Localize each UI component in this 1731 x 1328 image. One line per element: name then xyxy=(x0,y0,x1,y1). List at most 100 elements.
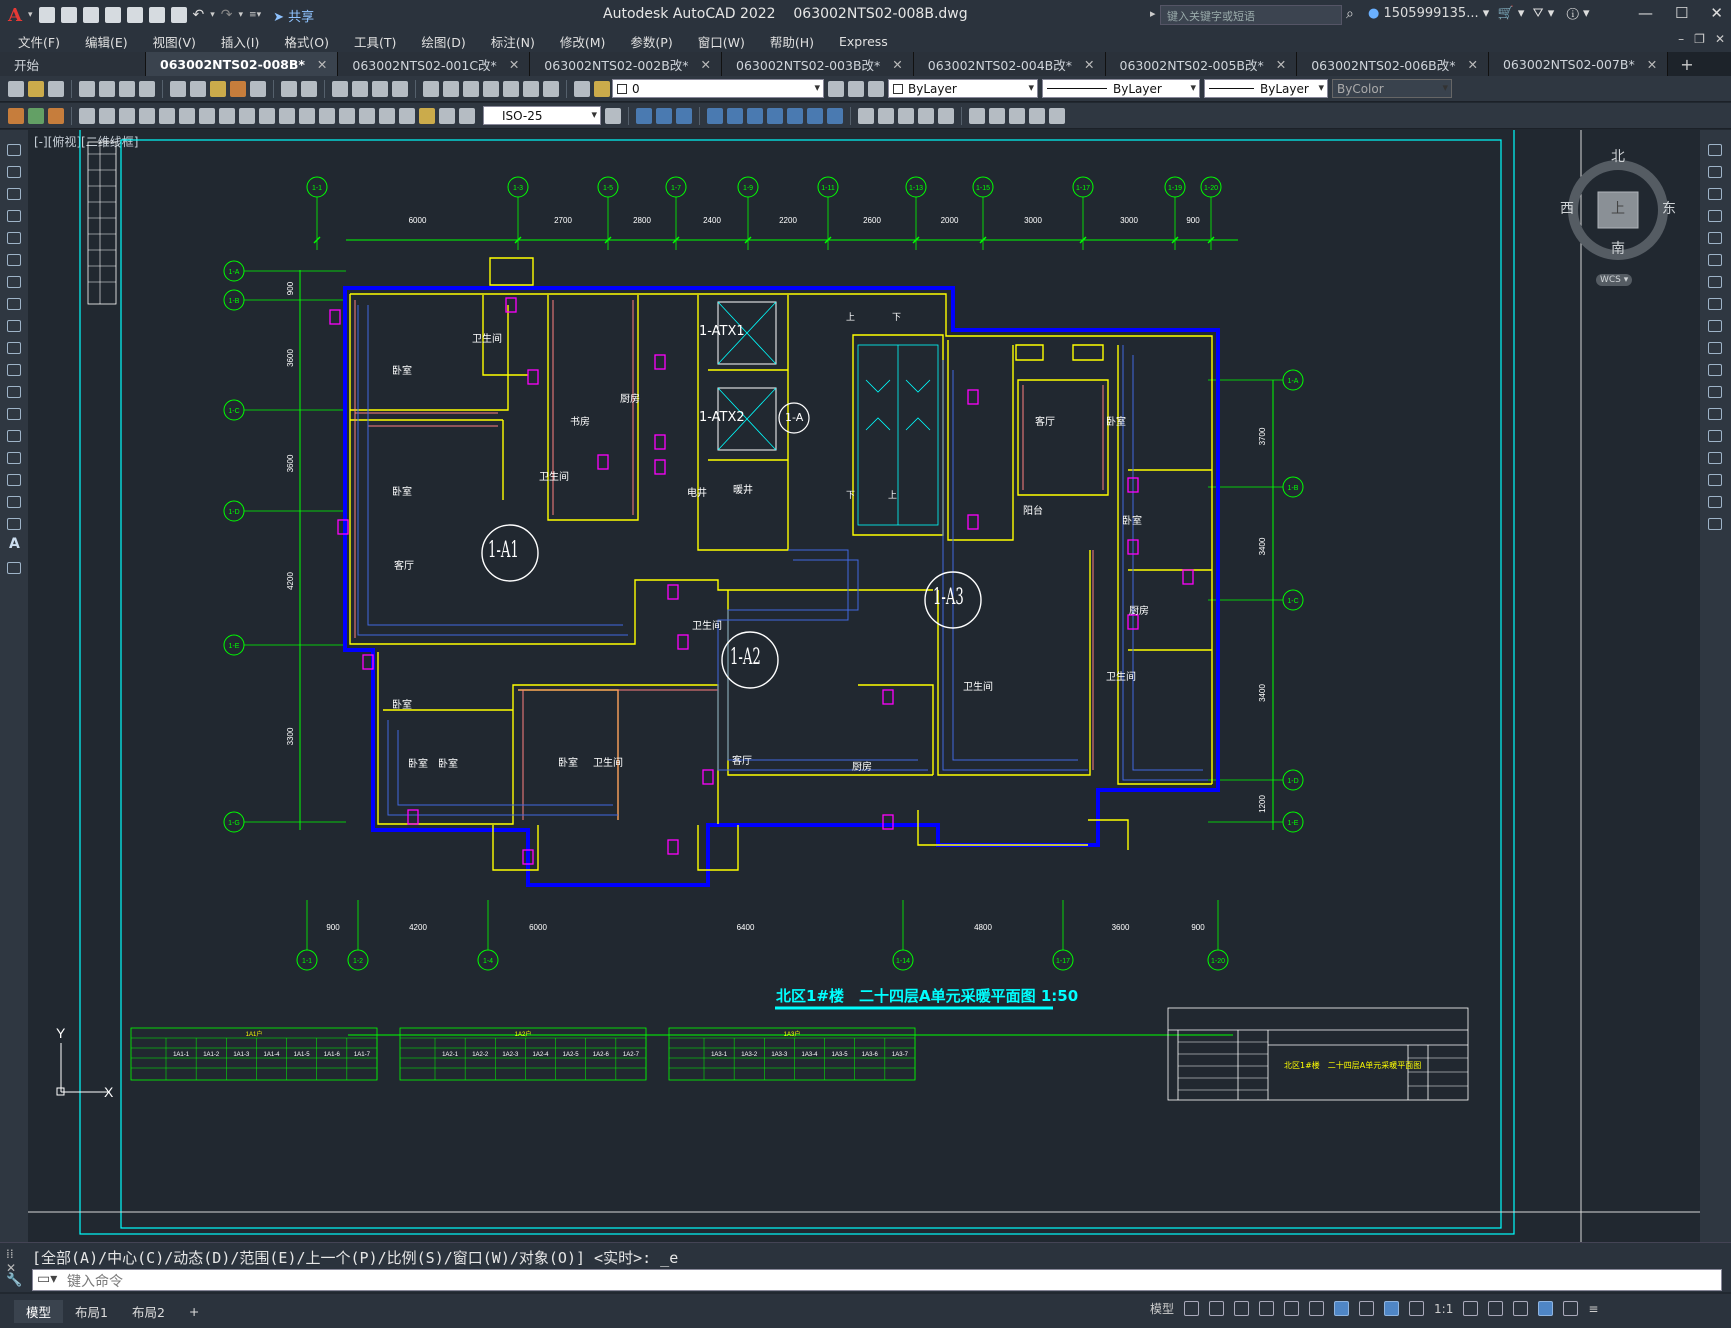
plot-icon[interactable] xyxy=(79,80,95,97)
named-views-icon[interactable] xyxy=(858,107,874,124)
jogged-linear-icon[interactable] xyxy=(399,107,415,124)
layout-tab-model[interactable]: 模型 xyxy=(14,1299,64,1323)
add-layout-icon[interactable]: + xyxy=(177,1302,211,1321)
make-block-icon[interactable] xyxy=(7,408,21,420)
linetype-dropdown[interactable]: ByLayer xyxy=(1042,79,1200,98)
save-as-icon[interactable] xyxy=(104,7,121,23)
object-snap-icon[interactable] xyxy=(1334,1301,1350,1316)
region-icon[interactable] xyxy=(7,496,21,508)
command-input[interactable]: ▭▾ 键入命令 xyxy=(32,1269,1722,1291)
revision-cloud-icon[interactable] xyxy=(7,298,21,310)
menu-window[interactable]: 窗口(W) xyxy=(698,32,745,51)
redo-dropdown-icon[interactable]: ▾ xyxy=(239,10,244,20)
layer-state-icon[interactable] xyxy=(594,80,610,97)
app-menu-chevron-icon[interactable]: ▾ xyxy=(28,10,33,20)
annotation-visibility-icon[interactable] xyxy=(1384,1301,1400,1316)
wcs-menu[interactable]: WCS ▾ xyxy=(1596,274,1633,286)
layer-tool-icon[interactable] xyxy=(8,107,24,124)
copy-object-icon[interactable] xyxy=(1708,166,1722,178)
menu-parametric[interactable]: 参数(P) xyxy=(630,32,672,51)
menu-view[interactable]: 视图(V) xyxy=(153,32,196,51)
menu-format[interactable]: 格式(O) xyxy=(284,32,329,51)
tab-file[interactable]: 063002NTS02-006B改* ✕ xyxy=(1297,52,1489,76)
tab-close-icon[interactable]: ✕ xyxy=(1084,57,1094,72)
ucs-previous-icon[interactable] xyxy=(747,107,763,124)
tab-close-icon[interactable]: ✕ xyxy=(509,57,519,72)
north-label[interactable]: 北 xyxy=(1611,146,1625,166)
user-area[interactable]: ● 1505999135... ▾ 🛒 ▾ ⛛ ▾ ⓘ ▾ xyxy=(1368,6,1590,21)
menu-dimension[interactable]: 标注(N) xyxy=(491,32,535,51)
fillet-icon[interactable] xyxy=(1708,474,1722,486)
trim-icon[interactable] xyxy=(1708,342,1722,354)
scale-icon[interactable] xyxy=(1708,298,1722,310)
line-icon[interactable] xyxy=(7,144,21,156)
blend-curves-icon[interactable] xyxy=(1708,496,1722,508)
ortho-icon[interactable] xyxy=(1234,1301,1250,1316)
zoom-previous-icon[interactable] xyxy=(392,80,408,97)
sheet-set-icon[interactable] xyxy=(483,80,499,97)
radius-dimension-icon[interactable] xyxy=(159,107,175,124)
user-dropdown-icon[interactable]: ▾ xyxy=(1483,6,1490,21)
open-file-icon[interactable] xyxy=(60,7,77,23)
block-tool-icon[interactable] xyxy=(28,107,44,124)
menu-express[interactable]: Express xyxy=(839,34,888,49)
break-at-point-icon[interactable] xyxy=(1708,386,1722,398)
paste-icon[interactable] xyxy=(210,80,226,97)
save-web-icon[interactable] xyxy=(148,7,165,23)
help-icon[interactable]: ⓘ xyxy=(1558,6,1579,21)
menu-edit[interactable]: 编辑(E) xyxy=(85,32,128,51)
table-icon[interactable] xyxy=(7,518,21,530)
dimension-style-icon[interactable] xyxy=(605,107,621,124)
mirror-icon[interactable] xyxy=(1708,188,1722,200)
doc-restore-icon[interactable]: ❐ xyxy=(1694,32,1705,46)
diameter-dimension-icon[interactable] xyxy=(199,107,215,124)
layout-icon[interactable] xyxy=(1049,107,1065,124)
clean-screen-icon[interactable] xyxy=(1563,1301,1579,1316)
menu-draw[interactable]: 绘图(D) xyxy=(421,32,465,51)
annotation-monitor-icon[interactable] xyxy=(1488,1301,1504,1316)
polyline-icon[interactable] xyxy=(7,188,21,200)
cut-icon[interactable] xyxy=(170,80,186,97)
undo-icon[interactable]: ↶ xyxy=(193,7,205,23)
lights-icon[interactable] xyxy=(938,107,954,124)
cart-dropdown-icon[interactable]: ▾ xyxy=(1518,6,1525,21)
break-icon[interactable] xyxy=(1708,408,1722,420)
zoom-window-icon[interactable] xyxy=(372,80,388,97)
layout-tab-1[interactable]: 布局1 xyxy=(63,1300,120,1323)
move-icon[interactable] xyxy=(1708,254,1722,266)
tab-file[interactable]: 063002NTS02-001C改* ✕ xyxy=(338,52,531,76)
search-icon[interactable]: ⌕ xyxy=(1346,6,1354,22)
ordinate-dimension-icon[interactable] xyxy=(139,107,155,124)
new-tab-icon[interactable]: + xyxy=(1668,52,1705,76)
array-icon[interactable] xyxy=(1708,232,1722,244)
quick-dimension-icon[interactable] xyxy=(239,107,255,124)
snap-icon[interactable] xyxy=(1209,1301,1225,1316)
west-label[interactable]: 西 xyxy=(1560,198,1574,218)
view-ucs-icon[interactable] xyxy=(807,107,823,124)
dimension-space-icon[interactable] xyxy=(299,107,315,124)
search-input[interactable]: 键入关键字或短语 xyxy=(1160,5,1342,25)
layout-tab-2[interactable]: 布局2 xyxy=(120,1300,177,1323)
polar-icon[interactable] xyxy=(1259,1301,1275,1316)
new-file-icon[interactable] xyxy=(38,7,55,23)
attach-image-icon[interactable] xyxy=(1009,107,1025,124)
close-icon[interactable]: ✕ xyxy=(1710,4,1723,22)
linear-dimension-icon[interactable] xyxy=(79,107,95,124)
object-snap-tracking-icon[interactable] xyxy=(1309,1301,1325,1316)
ucs-icon[interactable] xyxy=(707,107,723,124)
save-icon[interactable] xyxy=(82,7,99,23)
plot-icon[interactable] xyxy=(170,7,187,23)
plot-preview-icon[interactable] xyxy=(99,80,115,97)
3d-print-icon[interactable] xyxy=(139,80,155,97)
face-ucs-icon[interactable] xyxy=(767,107,783,124)
make-current-layer-icon[interactable] xyxy=(828,80,844,97)
tab-file[interactable]: 063002NTS02-004B改* ✕ xyxy=(913,52,1106,76)
drawing-canvas[interactable]: [-][俯视][二维线框] 1-1 1-3 1-5 1-7 1-9 1-11 1-13 1-1… xyxy=(28,130,1700,1242)
jogged-dimension-icon[interactable] xyxy=(179,107,195,124)
menu-insert[interactable]: 插入(I) xyxy=(221,32,259,51)
command-grip-icon[interactable]: ⁞⁞ xyxy=(6,1247,14,1261)
command-prompt-icon[interactable]: ▭▾ xyxy=(37,1271,57,1287)
multiline-text-icon[interactable]: A xyxy=(9,536,20,552)
baseline-dimension-icon[interactable] xyxy=(259,107,275,124)
maximize-icon[interactable]: ☐ xyxy=(1675,4,1688,22)
